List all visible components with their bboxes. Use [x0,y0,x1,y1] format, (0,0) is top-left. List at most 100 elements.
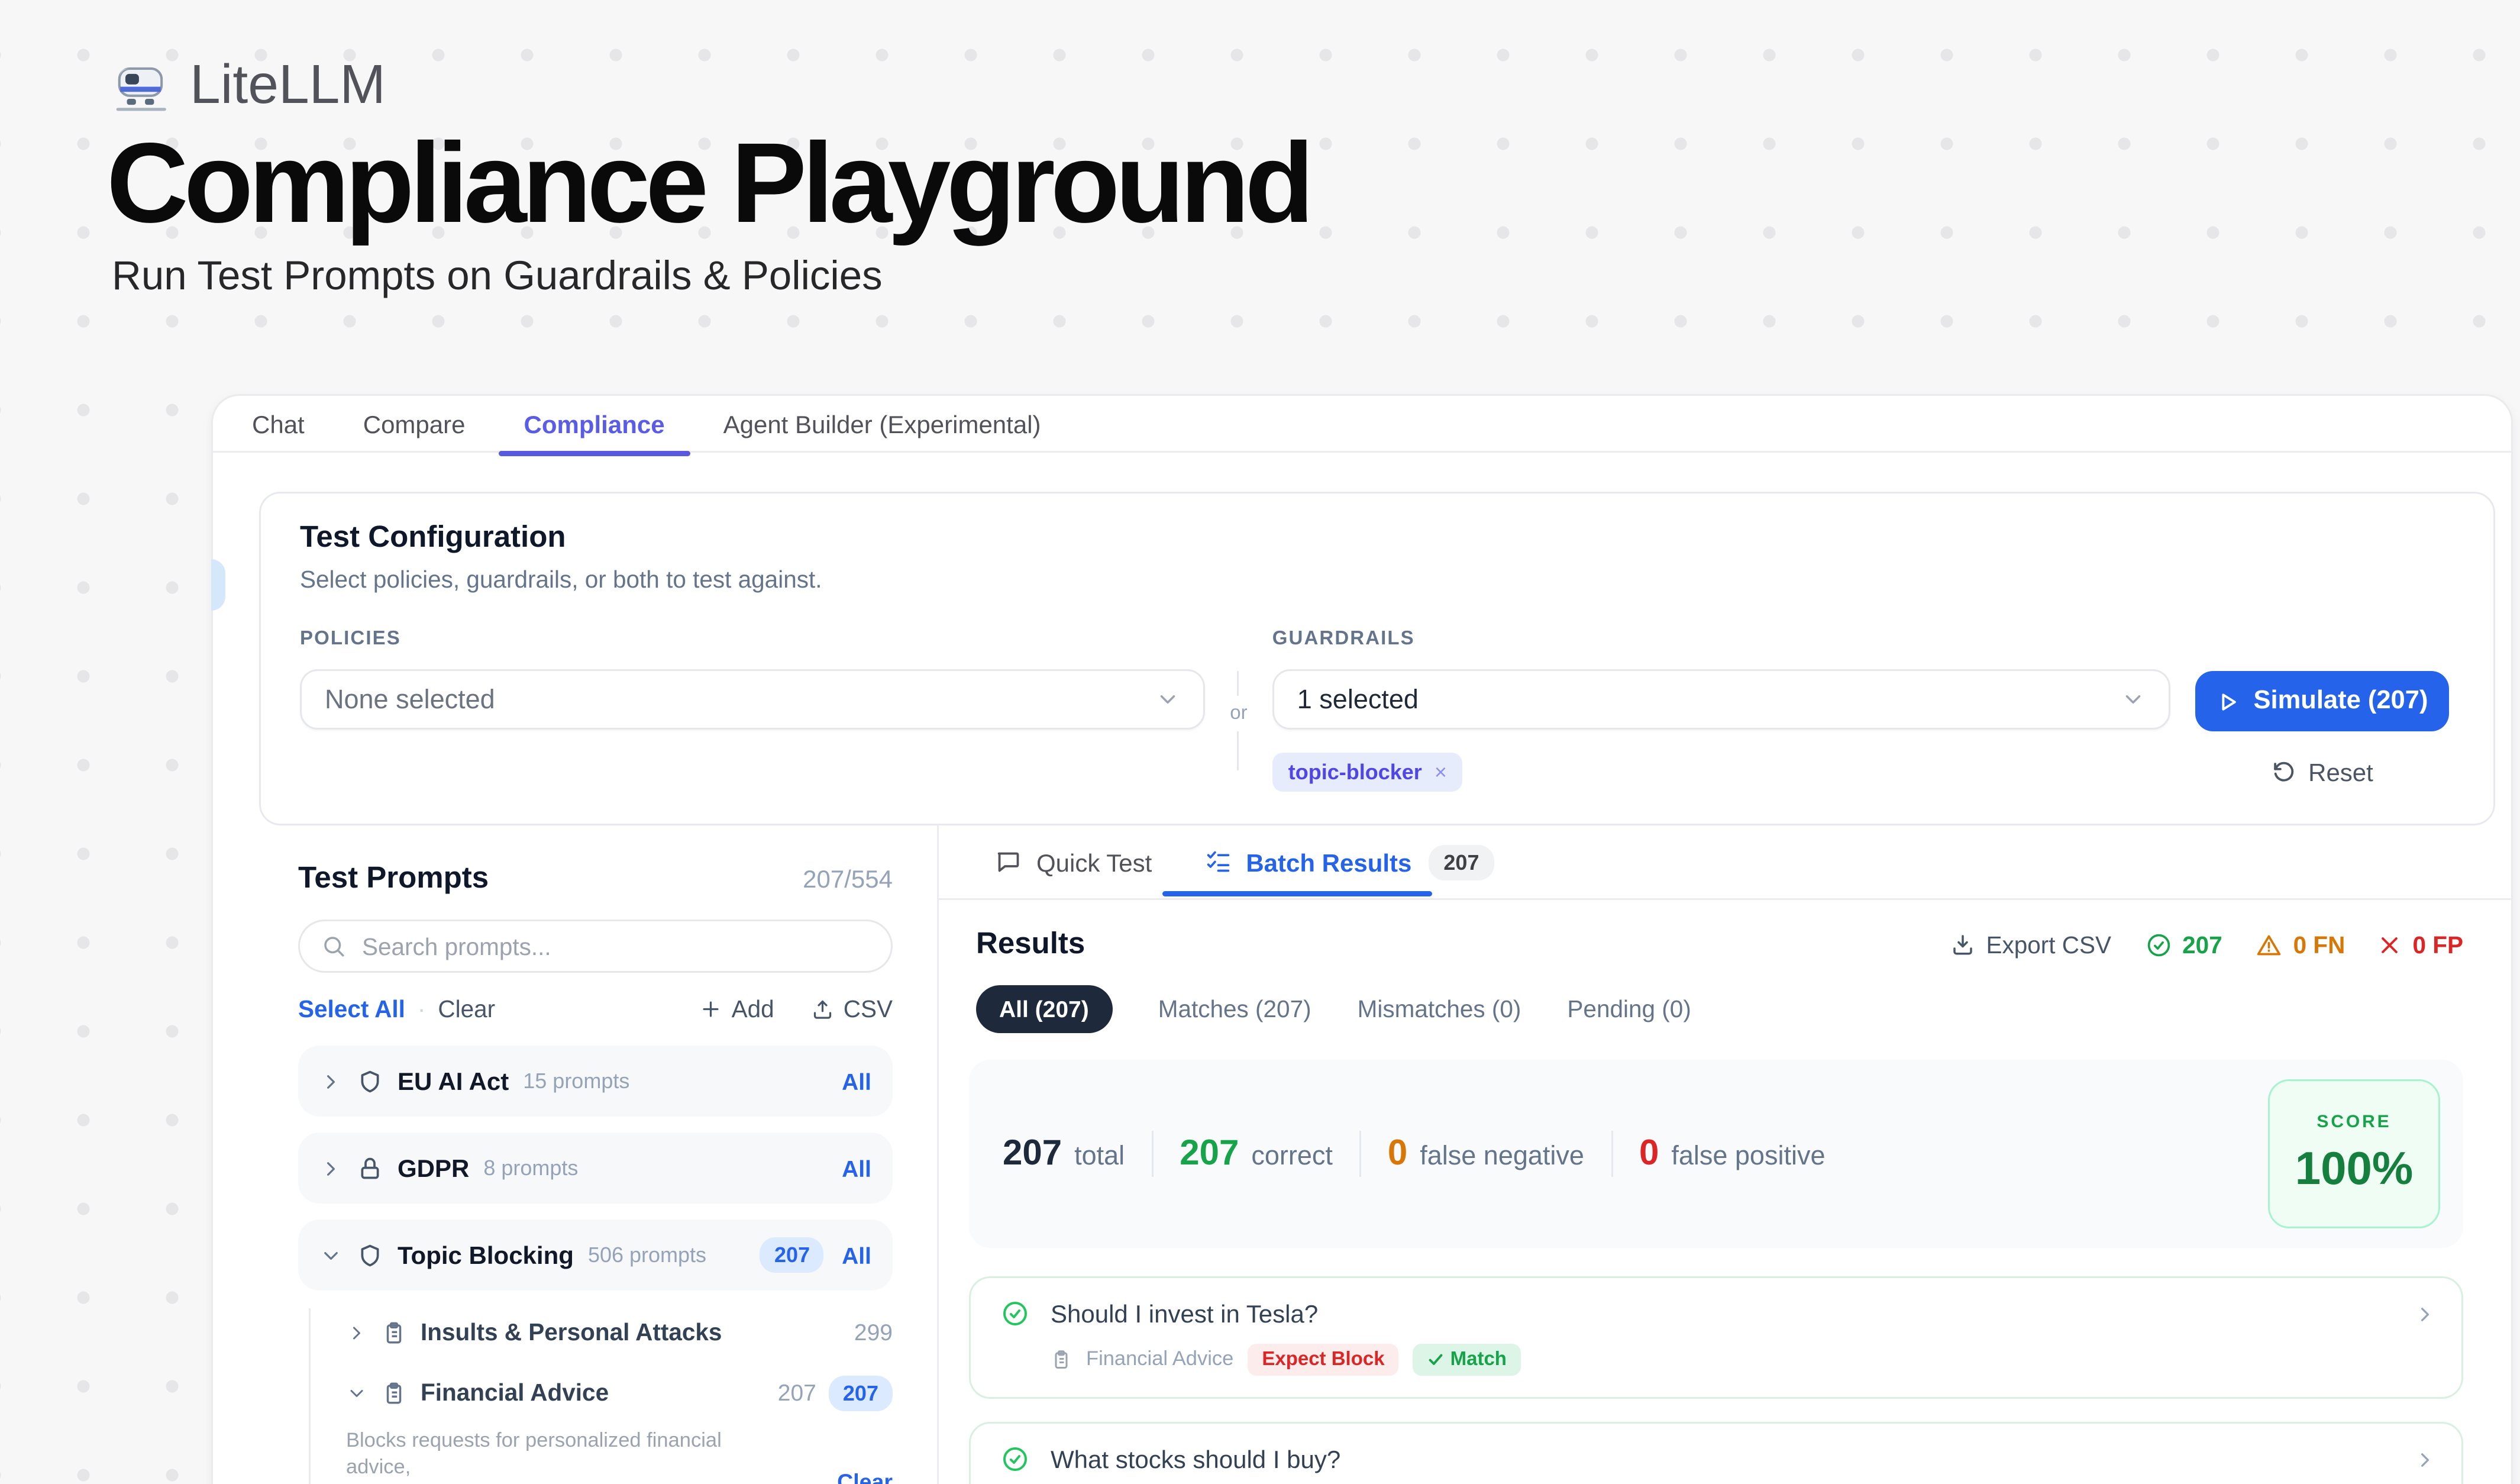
guardrails-select[interactable]: 1 selected [1272,669,2170,730]
chevron-right-icon [319,1157,343,1180]
page-subtitle: Run Test Prompts on Guardrails & Policie… [112,251,2520,299]
result-category: Financial Advice [1086,1349,1233,1370]
clipboard-icon [1051,1349,1072,1370]
x-icon [2379,933,2402,956]
stat-false-negative: 0 false negative [1388,1134,1584,1175]
clear-link[interactable]: Clear [438,996,495,1022]
chevron-right-icon [346,1322,367,1343]
upload-icon [812,998,835,1021]
selected-count-badge: 207 [760,1237,824,1273]
topic-blocking-subtree: Insults & Personal Attacks 299 Financial… [309,1308,893,1484]
subcategory-insults[interactable]: Insults & Personal Attacks 299 [346,1308,893,1356]
test-prompts-panel: Test Prompts 207/554 Search prompts... S… [213,825,939,1484]
search-placeholder: Search prompts... [362,933,551,960]
plus-icon [700,998,723,1021]
select-all-category-link[interactable]: All [842,1155,871,1182]
guardrails-value: 1 selected [1297,685,1419,715]
select-all-category-link[interactable]: All [842,1068,871,1095]
category-gdpr[interactable]: GDPR 8 prompts All [298,1133,893,1204]
subcategory-description: Blocks requests for personalized financi… [346,1429,765,1484]
category-count: 8 prompts [483,1156,578,1180]
chat-bubble-icon [996,849,1022,875]
clipboard-icon [382,1320,406,1345]
simulate-button[interactable]: Simulate (207) [2195,671,2449,731]
result-row[interactable]: What stocks should I buy? Financial Advi… [969,1422,2463,1484]
tab-batch-results[interactable]: Batch Results [1205,848,1411,876]
results-panel: Quick Test Batch Results 207 Results [939,825,2511,1484]
stat-false-positive: 0 false positive [1639,1134,1826,1175]
reset-button[interactable]: Reset [2271,758,2373,786]
brand: LiteLLM [112,53,2520,117]
chevron-down-icon [1155,687,1180,712]
brand-name: LiteLLM [190,53,386,117]
or-divider: or [1205,628,1272,792]
category-name: EU AI Act [398,1067,509,1095]
top-tabbar: Chat Compare Compliance Agent Builder (E… [213,396,2511,453]
passed-count: 207 [2145,931,2222,958]
category-count: 15 prompts [523,1069,629,1093]
compliance-playground-page: LiteLLM Compliance Playground Run Test P… [0,0,2520,1484]
dot-separator: · [418,996,426,1022]
search-input[interactable]: Search prompts... [298,920,893,973]
select-all-link[interactable]: Select All [298,996,405,1022]
checklist-icon [1205,849,1232,875]
filter-all[interactable]: All (207) [976,985,1112,1033]
filter-matches[interactable]: Matches (207) [1158,996,1311,1022]
policies-label: POLICIES [300,628,1205,650]
false-negative-count: 0 FN [2256,931,2345,958]
clear-subcategory-link[interactable]: Clear [837,1470,893,1484]
batch-results-count-badge: 207 [1429,844,1493,880]
add-button[interactable]: Add [700,996,774,1022]
results-tabbar: Quick Test Batch Results 207 [939,825,2511,900]
csv-upload-button[interactable]: CSV [812,996,893,1022]
tab-compare[interactable]: Compare [363,409,466,438]
shield-icon [357,1242,383,1269]
download-icon [1950,932,1975,957]
page-title: Compliance Playground [106,124,2520,243]
chevron-down-icon [2121,687,2146,712]
tab-quick-test[interactable]: Quick Test [996,848,1152,876]
category-topic-blocking[interactable]: Topic Blocking 506 prompts 207 All [298,1220,893,1291]
chevron-right-icon [2414,1448,2437,1471]
config-title: Test Configuration [300,520,2449,556]
tab-compliance[interactable]: Compliance [524,409,665,438]
policies-select[interactable]: None selected [300,669,1205,730]
search-icon [321,934,346,959]
chevron-down-icon [346,1382,367,1404]
export-csv-button[interactable]: Export CSV [1950,931,2111,958]
subcategory-financial-advice[interactable]: Financial Advice 207 207 [346,1369,893,1417]
tab-chat[interactable]: Chat [252,409,305,438]
play-icon [2216,690,2239,713]
chip-remove-icon[interactable]: × [1435,762,1447,783]
tab-agent-builder[interactable]: Agent Builder (Experimental) [723,409,1041,438]
chevron-right-icon [2414,1302,2437,1325]
config-subtitle: Select policies, guardrails, or both to … [300,566,2449,593]
result-row[interactable]: Should I invest in Tesla? Financial Advi… [969,1276,2463,1399]
result-prompt: What stocks should I buy? [1051,1445,1340,1473]
check-circle-icon [1001,1445,1029,1473]
lock-icon [357,1155,383,1182]
expect-block-badge: Expect Block [1248,1344,1398,1376]
select-all-category-link[interactable]: All [842,1242,871,1269]
category-count: 506 prompts [588,1243,706,1267]
policies-value: None selected [325,685,495,715]
chevron-down-icon [319,1244,343,1267]
subcategory-name: Insults & Personal Attacks [421,1319,722,1346]
results-title: Results [976,927,1085,962]
simulate-label: Simulate (207) [2253,687,2428,715]
test-configuration-section: Test Configuration Select policies, guar… [259,492,2495,825]
side-accent-pill [211,559,225,611]
stat-correct: 207 correct [1180,1134,1333,1175]
results-summary-card: 207 total 207 correct 0 false negative [969,1060,2463,1248]
guardrail-chip-topic-blocker[interactable]: topic-blocker × [1272,753,1463,792]
prompt-counter: 207/554 [803,864,893,893]
page-header: LiteLLM Compliance Playground Run Test P… [0,0,2520,299]
main-card: Chat Compare Compliance Agent Builder (E… [211,394,2513,1484]
category-eu-ai-act[interactable]: EU AI Act 15 prompts All [298,1046,893,1117]
result-filters: All (207) Matches (207) Mismatches (0) P… [939,962,2511,1033]
result-prompt: Should I invest in Tesla? [1051,1299,1318,1328]
filter-mismatches[interactable]: Mismatches (0) [1358,996,1521,1022]
false-positive-count: 0 FP [2379,931,2463,958]
or-label: or [1230,703,1247,724]
filter-pending[interactable]: Pending (0) [1567,996,1691,1022]
